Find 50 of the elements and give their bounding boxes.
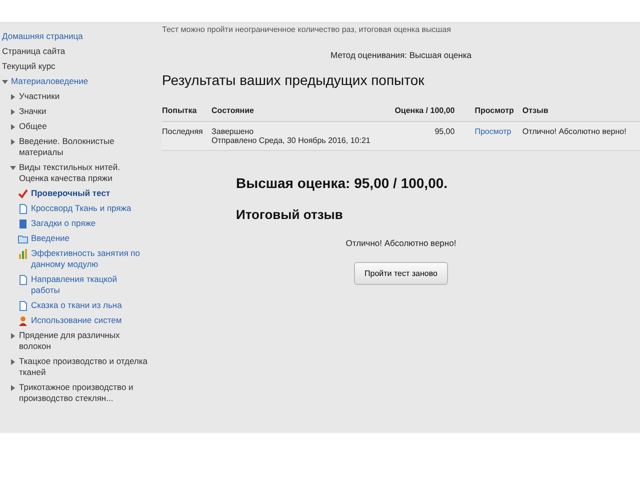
section-item[interactable]: Трикотажное производство и производство стеклян... [19, 382, 148, 404]
document-icon [18, 275, 28, 285]
expand-triangle-icon[interactable] [10, 385, 16, 391]
expand-triangle-icon[interactable] [10, 124, 16, 130]
retake-quiz-button[interactable]: Пройти тест заново [354, 262, 448, 285]
state-text: Завершено [212, 127, 255, 136]
activity-link[interactable]: Сказка о ткани из льна [31, 300, 122, 311]
grading-method-text: Метод оценивания: Высшая оценка [330, 50, 472, 60]
collapse-triangle-icon[interactable] [10, 165, 16, 171]
review-link[interactable]: Просмотр [474, 127, 512, 136]
folder-icon [18, 234, 28, 244]
checkmark-icon [18, 189, 28, 199]
activity-link[interactable]: Загадки о пряже [31, 218, 96, 229]
table-cell: Отлично! Абсолютно верно! [522, 122, 640, 150]
activity-link[interactable]: Направления ткацкой работы [31, 274, 148, 296]
table-cell: 95,00 [388, 122, 475, 150]
results-heading: Результаты ваших предыдущих попыток [162, 72, 426, 88]
section-item[interactable]: Общее [19, 121, 47, 132]
expand-triangle-icon[interactable] [10, 333, 16, 339]
activity-link[interactable]: Использование систем [31, 315, 122, 326]
section-item[interactable]: Участники [19, 91, 60, 102]
book-icon [18, 219, 28, 229]
person-icon [18, 316, 28, 326]
nav-link[interactable]: Домашняя страница [2, 31, 83, 42]
nav-item[interactable]: Текущий курс [2, 61, 56, 72]
table-cell: Последняя [162, 122, 212, 150]
expand-triangle-icon[interactable] [10, 94, 16, 100]
bar-chart-icon [18, 249, 28, 259]
best-grade-heading: Высшая оценка: 95,00 / 100,00. [235, 175, 449, 191]
expand-triangle-icon[interactable] [10, 139, 16, 145]
expand-triangle-icon[interactable] [10, 109, 16, 115]
section-item[interactable]: Ткацкое производство и отделка тканей [19, 356, 148, 378]
section-item[interactable]: Введение. Волокнистые материалы [19, 136, 148, 158]
section-item[interactable]: Виды текстильных нитей. Оценка качества пряжи [19, 162, 148, 184]
expand-triangle-icon[interactable] [10, 359, 16, 365]
document-icon [18, 301, 28, 311]
section-item[interactable]: Прядение для различных волокон [19, 330, 148, 352]
activity-link[interactable]: Эффективность занятия по данному модулю [31, 248, 148, 270]
activity-link[interactable]: Проверочный тест [31, 188, 110, 199]
activity-link[interactable]: Введение [31, 233, 70, 244]
nav-item[interactable]: Страница сайта [2, 46, 66, 57]
section-item[interactable]: Значки [19, 106, 46, 117]
feedback-text: Отлично! Абсолютно верно! [344, 238, 458, 248]
collapse-triangle-icon[interactable] [2, 79, 8, 85]
activity-link[interactable]: Кроссворд Ткань и пряжа [31, 203, 132, 214]
document-icon [18, 204, 28, 214]
feedback-heading: Итоговый отзыв [235, 207, 344, 222]
nav-link[interactable]: Материаловедение [11, 76, 88, 87]
submitted-text: Отправлено Среда, 30 Ноябрь 2016, 10:21 [212, 136, 372, 145]
quiz-info-text: Тест можно пройти неограниченное количество раз, итоговая оценка высшая [162, 25, 452, 34]
